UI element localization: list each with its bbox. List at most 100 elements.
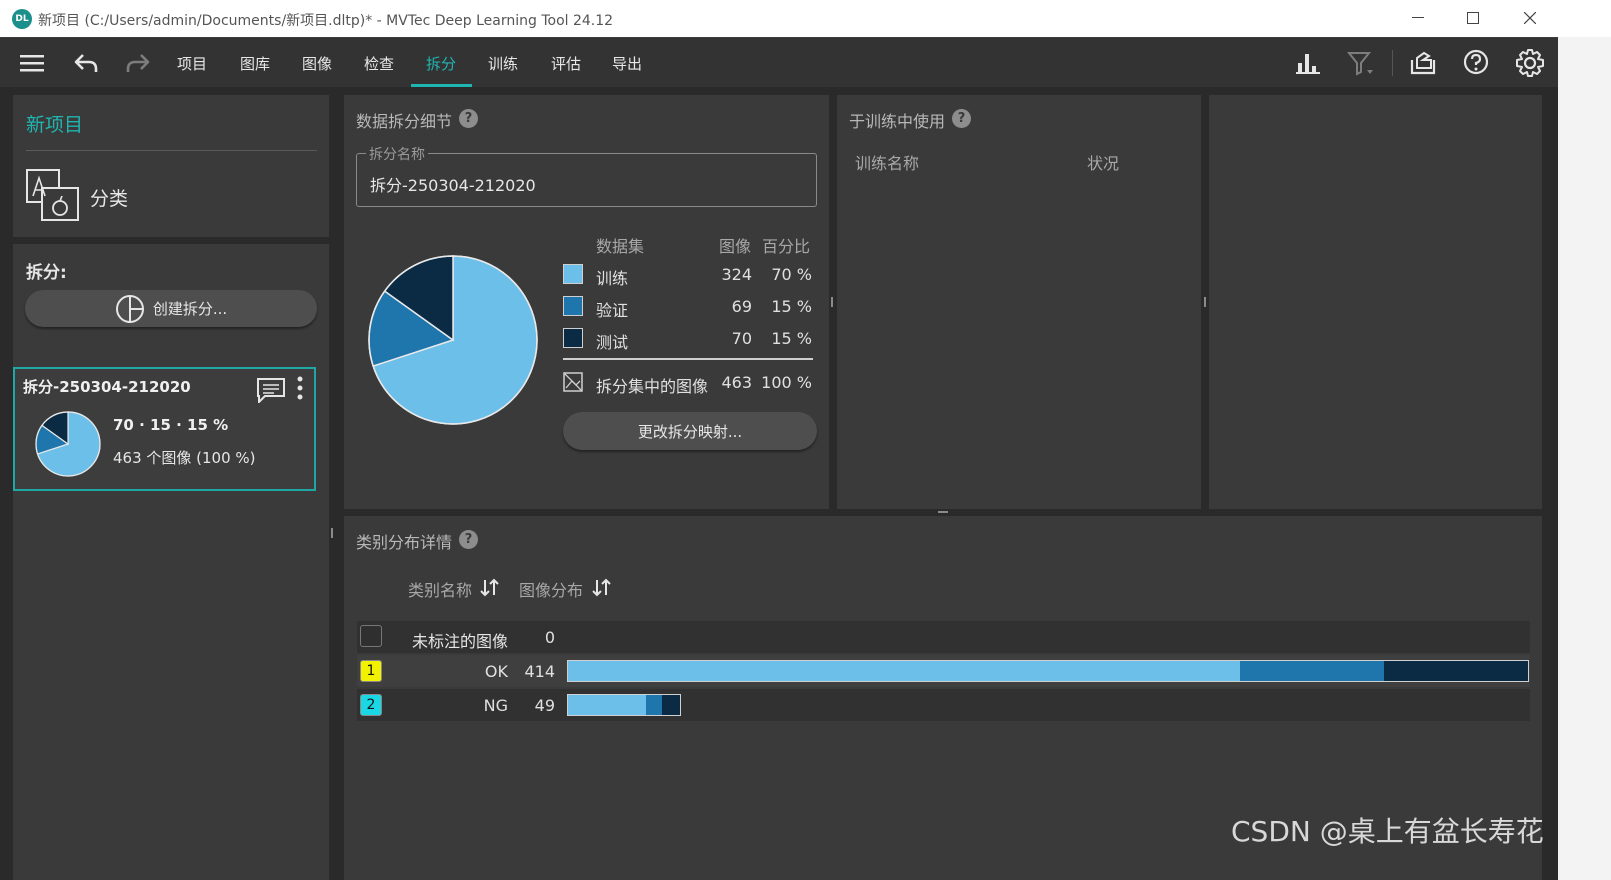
undo-icon xyxy=(74,54,98,72)
project-name: 新项目 xyxy=(26,114,84,136)
menu-train[interactable]: 训练 xyxy=(488,53,518,74)
application-window: DL 新项目 (C:/Users/admin/Documents/新项目.dlt… xyxy=(0,0,1611,880)
close-button[interactable] xyxy=(1507,4,1553,32)
unlabeled-class-name: 未标注的图像 xyxy=(412,632,509,651)
images-in-split-icon xyxy=(563,372,583,396)
ng-class-count: 49 xyxy=(534,696,555,715)
active-tab-indicator xyxy=(411,84,472,87)
bar-chart-icon xyxy=(1296,54,1320,74)
split-card-pie xyxy=(35,411,101,477)
filter-icon xyxy=(1347,52,1373,76)
change-split-mapping-label: 更改拆分映射... xyxy=(637,422,743,441)
images-column-header: 图像 xyxy=(719,237,752,256)
title-bar: DL 新项目 (C:/Users/admin/Documents/新项目.dlt… xyxy=(0,0,1611,37)
create-split-button[interactable]: 创建拆分... xyxy=(25,290,317,327)
ng-class-name: NG xyxy=(483,696,508,715)
total-image-count: 463 xyxy=(721,373,752,392)
ok-class-badge: 1 xyxy=(360,660,382,682)
split-name-value: 拆分-250304-212020 xyxy=(370,176,536,195)
sort-class-name-icon[interactable] xyxy=(479,577,501,601)
class-distribution-help-icon[interactable]: ? xyxy=(459,530,478,549)
minimize-icon xyxy=(1412,17,1424,18)
menu-project[interactable]: 项目 xyxy=(177,53,207,74)
project-divider xyxy=(26,150,317,151)
dataset-column-header: 数据集 xyxy=(596,237,645,256)
statistics-button[interactable] xyxy=(1292,48,1324,78)
ok-class-count: 414 xyxy=(524,662,555,681)
test-percent: 15 % xyxy=(771,329,812,348)
total-divider xyxy=(563,358,813,360)
hamburger-icon xyxy=(20,55,44,72)
redo-icon xyxy=(126,54,150,72)
task-type-label: 分类 xyxy=(90,188,129,210)
maximize-button[interactable] xyxy=(1450,4,1496,32)
status-column-header: 状况 xyxy=(1087,154,1120,173)
hamburger-menu-button[interactable] xyxy=(16,48,48,78)
vertical-splitter-handle[interactable] xyxy=(831,297,833,307)
close-icon xyxy=(1524,12,1536,24)
validation-color-swatch xyxy=(563,296,583,316)
gear-icon xyxy=(1516,49,1544,77)
training-usage-title: 于训练中使用 xyxy=(849,112,946,131)
menu-image[interactable]: 图像 xyxy=(302,53,332,74)
test-color-swatch xyxy=(563,328,583,348)
split-card-image-count: 463 个图像 (100 %) xyxy=(113,449,256,467)
feedback-button[interactable] xyxy=(1407,48,1439,78)
minimize-button[interactable] xyxy=(1395,4,1441,32)
main-toolbar: 项目 图库 图像 检查 拆分 训练 评估 导出 xyxy=(0,37,1611,87)
menu-evaluate[interactable]: 评估 xyxy=(551,53,581,74)
menu-export[interactable]: 导出 xyxy=(612,53,642,74)
more-vertical-icon xyxy=(297,376,303,400)
empty-right-panel xyxy=(1209,95,1542,509)
ok-distribution-bar xyxy=(567,660,1529,682)
training-usage-help-icon[interactable]: ? xyxy=(952,109,971,128)
distribution-segment-0 xyxy=(568,695,646,715)
change-split-mapping-button[interactable]: 更改拆分映射... xyxy=(563,412,817,450)
help-button[interactable] xyxy=(1461,48,1493,78)
unlabeled-class-badge xyxy=(360,625,382,647)
split-card-ratio: 70 · 15 · 15 % xyxy=(113,416,229,434)
horizontal-splitter-handle[interactable] xyxy=(938,511,948,513)
distribution-segment-2 xyxy=(1384,661,1528,681)
toolbar-separator xyxy=(1392,50,1393,76)
window-title: 新项目 (C:/Users/admin/Documents/新项目.dltp)*… xyxy=(38,13,614,29)
training-name-column-header: 训练名称 xyxy=(855,154,920,173)
redo-button[interactable] xyxy=(122,48,154,78)
sort-image-distribution-icon[interactable] xyxy=(591,577,613,601)
validation-label: 验证 xyxy=(596,301,629,320)
class-distribution-title: 类别分布详情 xyxy=(356,533,453,552)
distribution-segment-1 xyxy=(645,695,662,715)
left-splitter-handle[interactable] xyxy=(331,528,333,538)
filter-button[interactable] xyxy=(1345,48,1377,78)
window-edge xyxy=(1558,37,1611,880)
menu-inspect[interactable]: 检查 xyxy=(364,53,394,74)
ng-distribution-bar xyxy=(567,694,681,716)
more-options-button[interactable] xyxy=(295,375,305,407)
percent-column-header: 百分比 xyxy=(762,237,811,256)
train-image-count: 324 xyxy=(721,265,752,284)
validation-percent: 15 % xyxy=(771,297,812,316)
total-label: 拆分集中的图像 xyxy=(596,377,709,396)
validation-image-count: 69 xyxy=(731,297,752,316)
class-name-column-header[interactable]: 类别名称 xyxy=(408,577,472,601)
app-logo-icon: DL xyxy=(12,9,32,29)
menu-gallery[interactable]: 图库 xyxy=(240,53,270,74)
comment-button[interactable] xyxy=(256,377,286,407)
train-color-swatch xyxy=(563,264,583,284)
unlabeled-class-count: 0 xyxy=(544,628,555,647)
question-circle-icon xyxy=(1463,49,1489,75)
split-name-label: 拆分名称 xyxy=(366,144,428,164)
watermark-text: CSDN @桌上有盆长寿花 xyxy=(1231,815,1544,848)
splits-section-label: 拆分: xyxy=(26,263,67,283)
total-percent: 100 % xyxy=(761,373,812,392)
train-percent: 70 % xyxy=(771,265,812,284)
pie-split-icon xyxy=(115,294,144,323)
settings-button[interactable] xyxy=(1514,48,1546,78)
menu-split[interactable]: 拆分 xyxy=(426,53,456,74)
vertical-splitter-handle-2[interactable] xyxy=(1204,297,1206,307)
split-pie-chart xyxy=(368,255,538,425)
undo-button[interactable] xyxy=(70,48,102,78)
image-distribution-column-header[interactable]: 图像分布 xyxy=(519,577,583,601)
split-details-help-icon[interactable]: ? xyxy=(459,109,478,128)
split-card[interactable]: 拆分-250304-212020 70 · 15 · 15 % 463 个图像 … xyxy=(13,367,316,491)
